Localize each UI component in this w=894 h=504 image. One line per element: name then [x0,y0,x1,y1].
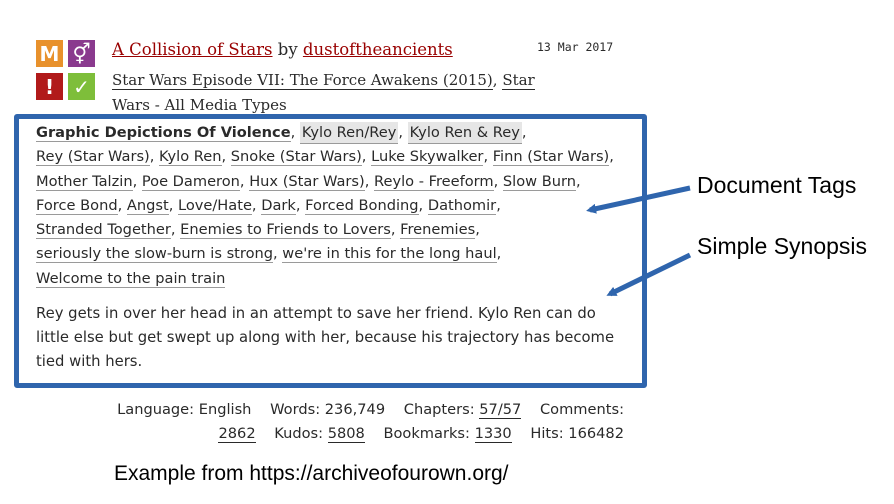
arrow-simple-synopsis [606,252,692,297]
document-tags-annotation: Document Tags [697,172,857,198]
arrow-document-tags [586,185,691,214]
source-caption: Example from https://archiveofourown.org… [114,462,509,485]
simple-synopsis-annotation: Simple Synopsis [697,233,868,259]
